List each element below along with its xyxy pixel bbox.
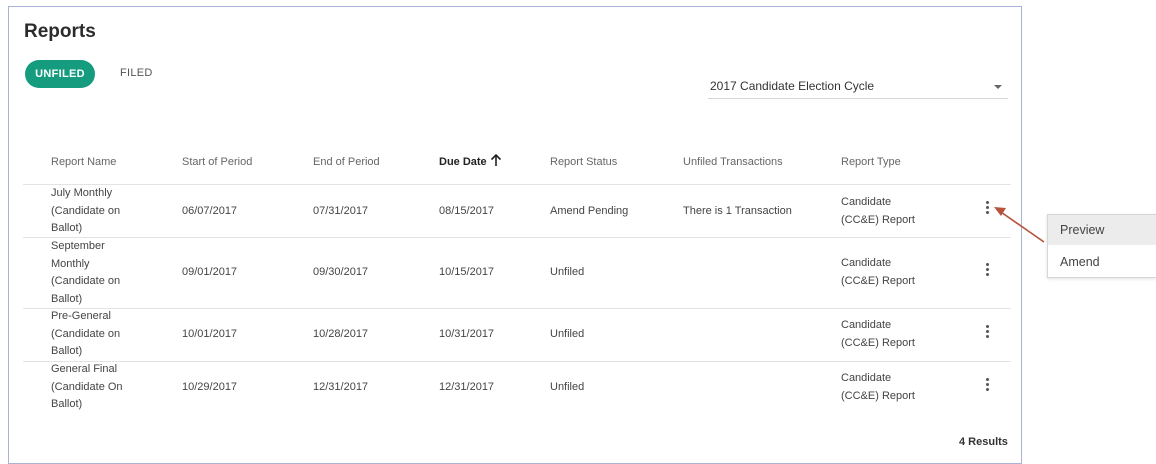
annotation-arrow-icon (994, 207, 1045, 243)
